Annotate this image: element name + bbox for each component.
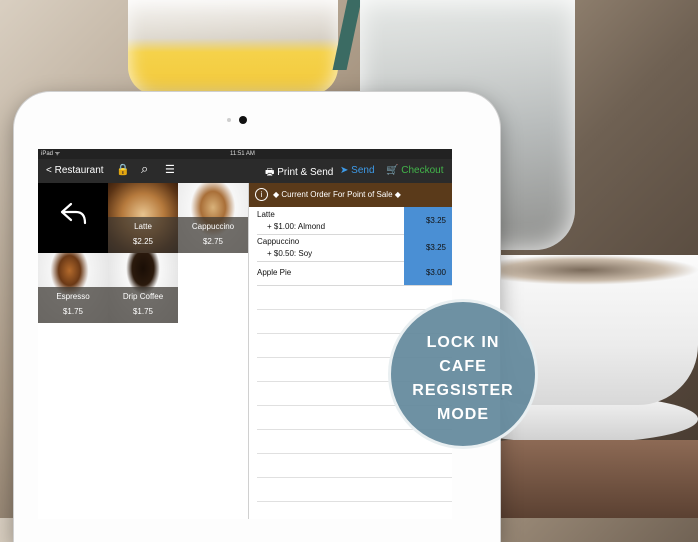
product-name: Cappuccino — [191, 222, 235, 231]
tile-label: Drip Coffee $1.75 — [108, 287, 178, 323]
status-time: 11:51 AM — [230, 151, 255, 157]
nav-bar: < Restaurant 🔒 ⌕ ☰ 🖶 Print & Send ➤ Send… — [38, 159, 452, 183]
status-bar: iPad ᯤ 11:51 AM — [38, 149, 452, 159]
camera-dot — [239, 116, 247, 124]
back-arrow-icon — [60, 202, 87, 225]
order-item-name: Cappuccino — [257, 237, 300, 246]
order-title: ◆ Current Order For Point of Sale ◆ — [273, 190, 401, 199]
order-item-price[interactable]: $3.25 — [404, 234, 452, 261]
badge-line: MODE — [437, 406, 489, 423]
status-carrier: iPad ᯤ — [41, 151, 61, 157]
order-row[interactable]: Latte + $1.00: Almond $3.25 — [257, 207, 452, 235]
tile-label: Latte $2.25 — [108, 217, 178, 253]
background-cup-rim — [470, 255, 698, 285]
list-icon[interactable]: ☰ — [165, 163, 175, 176]
product-name: Espresso — [56, 292, 90, 301]
product-tile-latte[interactable]: Latte $2.25 — [108, 183, 178, 253]
product-name: Latte — [134, 222, 152, 231]
order-header: i ◆ Current Order For Point of Sale ◆ — [249, 183, 452, 207]
empty-order-line — [257, 501, 452, 502]
checkout-button[interactable]: 🛒 Checkout — [386, 165, 443, 176]
empty-order-line — [257, 453, 452, 454]
badge-line: CAFE — [439, 358, 487, 375]
tile-label: Cappuccino $2.75 — [178, 217, 248, 253]
search-icon[interactable]: ⌕ — [141, 161, 148, 177]
product-tile-drip-coffee[interactable]: Drip Coffee $1.75 — [108, 253, 178, 323]
info-icon[interactable]: i — [255, 188, 268, 201]
order-item-price[interactable]: $3.25 — [404, 207, 452, 234]
order-row[interactable]: Apple Pie $3.00 — [257, 261, 452, 286]
lock-in-cafe-register-mode-badge: LOCK IN CAFE REGSISTER MODE — [388, 299, 538, 449]
badge-line: LOCK IN — [426, 334, 500, 351]
back-to-restaurant-button[interactable]: < Restaurant — [46, 165, 104, 176]
product-price: $2.75 — [202, 237, 224, 246]
order-row[interactable]: Cappuccino + $0.50: Soy $3.25 — [257, 234, 452, 262]
empty-order-line — [257, 477, 452, 478]
tile-label: Espresso $1.75 — [38, 287, 108, 323]
product-tile-espresso[interactable]: Espresso $1.75 — [38, 253, 108, 323]
product-price: $2.25 — [132, 237, 154, 246]
background-hand — [470, 440, 698, 518]
order-item-name: Apple Pie — [257, 268, 292, 277]
order-item-modifier: + $1.00: Almond — [267, 222, 326, 231]
back-tile[interactable] — [38, 183, 108, 253]
order-item-price[interactable]: $3.00 — [404, 261, 452, 285]
badge-line: REGSISTER — [412, 382, 514, 399]
print-and-send-button[interactable]: 🖶 Print & Send — [265, 165, 333, 182]
order-item-name: Latte — [257, 210, 275, 219]
product-tile-cappuccino[interactable]: Cappuccino $2.75 — [178, 183, 248, 253]
product-price: $1.75 — [62, 307, 84, 316]
product-price: $1.75 — [132, 307, 154, 316]
pos-screen: iPad ᯤ 11:51 AM < Restaurant 🔒 ⌕ ☰ 🖶 Pri… — [38, 149, 452, 519]
send-button[interactable]: ➤ Send — [340, 165, 375, 176]
lock-icon[interactable]: 🔒 — [116, 163, 130, 176]
sensor-dot — [227, 118, 231, 122]
order-item-modifier: + $0.50: Soy — [267, 249, 313, 258]
product-name: Drip Coffee — [122, 292, 164, 301]
background-juice-glass — [128, 0, 338, 95]
product-grid: Latte $2.25 Cappuccino $2.75 Espresso $1… — [38, 183, 249, 519]
